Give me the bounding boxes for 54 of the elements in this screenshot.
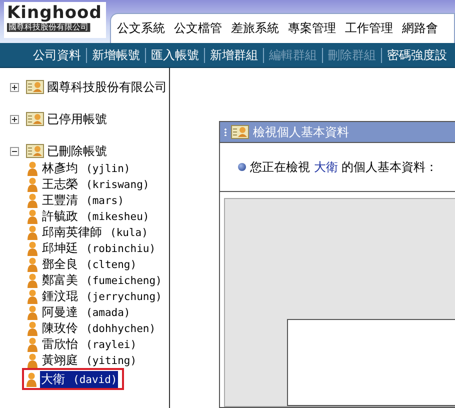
person-icon (27, 352, 38, 368)
expand-icon[interactable] (10, 82, 19, 92)
contact-card-icon (26, 112, 44, 126)
tree-group[interactable]: 已停用帳號 (47, 110, 107, 128)
tree-item[interactable]: 大衛 (david) (40, 370, 118, 388)
person-icon (27, 208, 38, 224)
tree-item[interactable]: 王豐清 (mars) (41, 192, 125, 208)
tree-group[interactable]: 已刪除帳號 (47, 142, 107, 160)
tree-item[interactable]: 阿曼達 (amada) (41, 304, 132, 320)
person-icon (27, 320, 38, 336)
tree-group[interactable]: 國尊科技股份有限公司 (47, 78, 167, 96)
person-icon (27, 336, 38, 352)
person-icon (27, 256, 38, 272)
tree-item[interactable]: 陳玫伶 (dohhychen) (41, 320, 157, 336)
person-icon (27, 192, 38, 208)
tree-item[interactable]: 鍾汶琨 (jerrychung) (41, 288, 163, 304)
tree-item[interactable]: 雷欣怡 (raylei) (41, 336, 138, 352)
grip-icon[interactable] (224, 128, 227, 136)
person-icon (27, 160, 38, 176)
tree-item[interactable]: 黃翊庭 (yiting) (41, 352, 138, 368)
bullet-icon (238, 163, 246, 171)
nav-tab[interactable]: 專案管理 (288, 20, 336, 37)
collapse-icon[interactable] (10, 146, 19, 156)
person-icon (27, 240, 38, 256)
nav-tab[interactable]: 公文檔管 (174, 20, 222, 37)
person-icon (27, 288, 38, 304)
window-title: 檢視個人基本資料 (253, 124, 349, 140)
person-icon (27, 176, 38, 192)
info-text: 您正在檢視 大衛 的個人基本資料： (250, 158, 438, 176)
toolbar-link[interactable]: 公司資料 (28, 46, 86, 64)
tree-item[interactable]: 邱南英律師 (kula) (41, 224, 149, 240)
nav-tab[interactable]: 網路會 (402, 20, 438, 37)
person-icon (27, 304, 38, 320)
logo: Kinghood 國尊科技股份有限公司 (4, 2, 106, 38)
tree-item[interactable]: 許毓政 (mikesheu) (41, 208, 150, 224)
tree-item[interactable]: 王志榮 (kriswang) (41, 176, 150, 192)
tree-item[interactable]: 邱坤廷 (robinchiu) (41, 240, 157, 256)
contact-card-icon (26, 144, 44, 158)
person-icon (27, 224, 38, 240)
toolbar-link[interactable]: 新增群組 (205, 46, 263, 64)
nav-tab[interactable]: 公文系統 (117, 20, 165, 37)
contact-card-icon (26, 80, 44, 94)
toolbar-link[interactable]: 新增帳號 (87, 46, 145, 64)
contact-card-icon (231, 125, 249, 139)
tree-item[interactable]: 鄭富美 (fumeicheng) (41, 272, 163, 288)
person-icon (27, 272, 38, 288)
nav-tab[interactable]: 差旅系統 (231, 20, 279, 37)
tree-item[interactable]: 鄧全良 (clteng) (41, 256, 138, 272)
toolbar-link[interactable]: 密碼強度設 (382, 46, 452, 64)
expand-icon[interactable] (10, 114, 19, 124)
toolbar-link[interactable]: 匯入帳號 (146, 46, 204, 64)
person-icon (26, 372, 37, 386)
nav-tab[interactable]: 工作管理 (345, 20, 393, 37)
tree-item[interactable]: 林彥均 (yjlin) (41, 160, 132, 176)
